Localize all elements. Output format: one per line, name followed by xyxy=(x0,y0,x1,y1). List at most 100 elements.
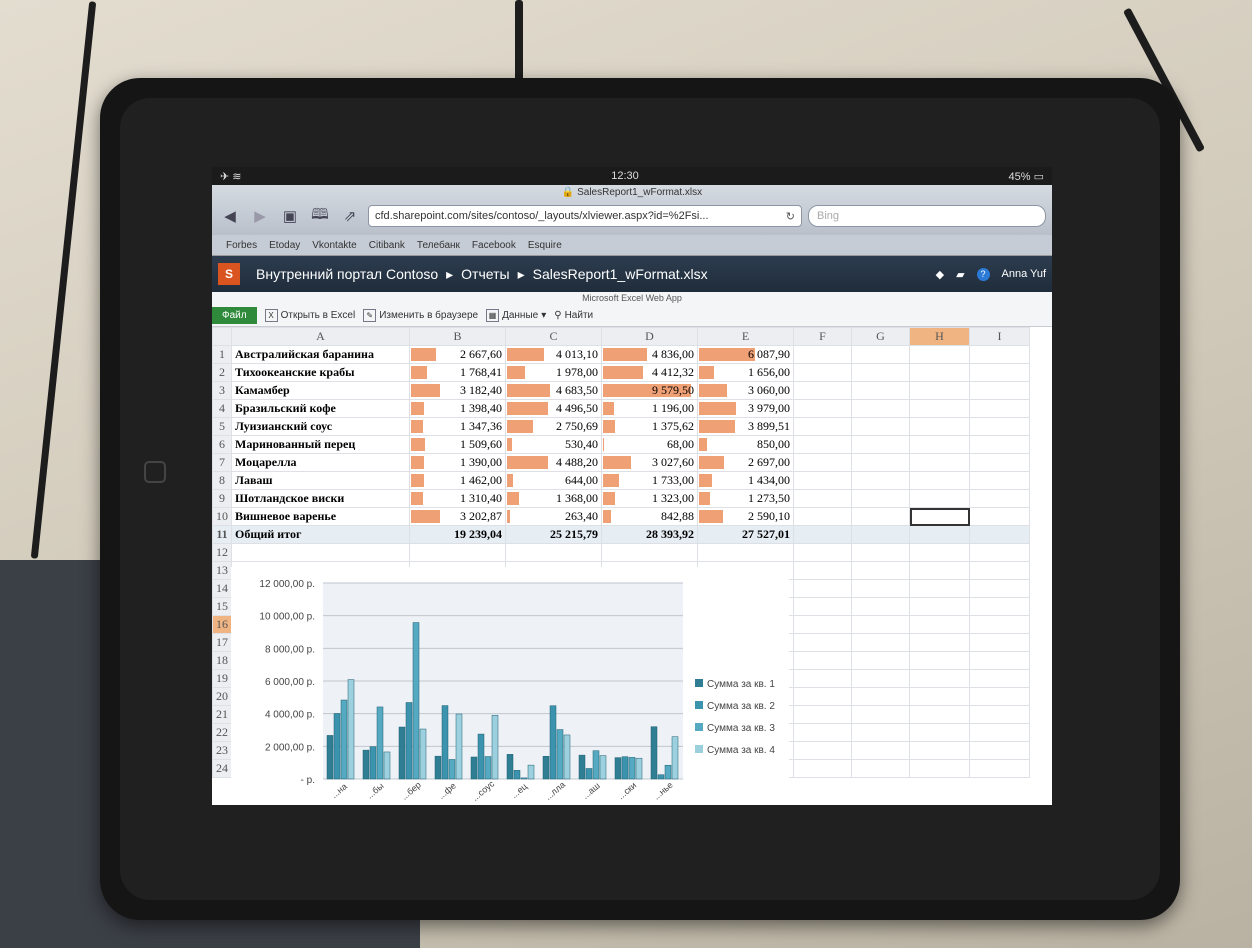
column-header[interactable]: G xyxy=(851,327,910,346)
row-header[interactable]: 13 xyxy=(212,561,232,580)
value-cell[interactable]: 1 323,00 xyxy=(601,489,698,508)
value-cell[interactable]: 2 750,69 xyxy=(505,417,602,436)
value-cell[interactable]: 4 683,50 xyxy=(505,381,602,400)
empty-cell[interactable] xyxy=(969,435,1030,454)
value-cell[interactable]: 3 060,00 xyxy=(697,381,794,400)
empty-cell[interactable] xyxy=(851,525,910,544)
column-header[interactable]: C xyxy=(505,327,602,346)
empty-cell[interactable] xyxy=(793,669,852,688)
empty-cell[interactable] xyxy=(793,705,852,724)
home-button[interactable] xyxy=(144,461,166,483)
row-header[interactable]: 24 xyxy=(212,759,232,778)
empty-cell[interactable] xyxy=(969,669,1030,688)
product-name-cell[interactable]: Шотландское виски xyxy=(231,489,410,508)
empty-cell[interactable] xyxy=(969,525,1030,544)
empty-cell[interactable] xyxy=(909,543,970,562)
empty-cell[interactable] xyxy=(969,471,1030,490)
value-cell[interactable]: 1 978,00 xyxy=(505,363,602,382)
search-field[interactable]: Bing xyxy=(808,205,1046,227)
empty-cell[interactable] xyxy=(793,633,852,652)
empty-cell[interactable] xyxy=(793,687,852,706)
total-value-cell[interactable]: 25 215,79 xyxy=(505,525,602,544)
empty-cell[interactable] xyxy=(969,543,1030,562)
product-name-cell[interactable]: Вишневое варенье xyxy=(231,507,410,526)
empty-cell[interactable] xyxy=(909,471,970,490)
value-cell[interactable]: 3 182,40 xyxy=(409,381,506,400)
empty-cell[interactable] xyxy=(851,687,910,706)
breadcrumb-reports[interactable]: Отчеты xyxy=(461,266,509,282)
empty-cell[interactable] xyxy=(601,543,698,562)
value-cell[interactable]: 1 768,41 xyxy=(409,363,506,382)
value-cell[interactable]: 644,00 xyxy=(505,471,602,490)
product-name-cell[interactable]: Бразильский кофе xyxy=(231,399,410,418)
empty-cell[interactable] xyxy=(851,615,910,634)
value-cell[interactable]: 2 590,10 xyxy=(697,507,794,526)
empty-cell[interactable] xyxy=(909,435,970,454)
row-header[interactable]: 18 xyxy=(212,651,232,670)
empty-cell[interactable] xyxy=(851,345,910,364)
empty-cell[interactable] xyxy=(969,507,1030,526)
row-header[interactable]: 11 xyxy=(212,525,232,544)
column-header-selected[interactable]: H xyxy=(909,327,970,346)
empty-cell[interactable] xyxy=(793,543,852,562)
empty-cell[interactable] xyxy=(909,399,970,418)
empty-cell[interactable] xyxy=(851,363,910,382)
empty-cell[interactable] xyxy=(851,741,910,760)
empty-cell[interactable] xyxy=(851,507,910,526)
row-header[interactable]: 14 xyxy=(212,579,232,598)
empty-cell[interactable] xyxy=(793,651,852,670)
empty-cell[interactable] xyxy=(793,345,852,364)
value-cell[interactable]: 263,40 xyxy=(505,507,602,526)
total-value-cell[interactable]: 27 527,01 xyxy=(697,525,794,544)
reload-icon[interactable]: ↻ xyxy=(786,210,795,223)
bookmark-item[interactable]: Citibank xyxy=(369,240,405,251)
empty-cell[interactable] xyxy=(969,687,1030,706)
bookmark-item[interactable]: Forbes xyxy=(226,240,257,251)
value-cell[interactable]: 1 398,40 xyxy=(409,399,506,418)
empty-cell[interactable] xyxy=(909,597,970,616)
empty-cell[interactable] xyxy=(909,381,970,400)
empty-cell[interactable] xyxy=(851,633,910,652)
user-name[interactable]: Anna Yuf xyxy=(1002,268,1046,280)
empty-cell[interactable] xyxy=(793,435,852,454)
row-header[interactable]: 19 xyxy=(212,669,232,688)
empty-cell[interactable] xyxy=(969,705,1030,724)
value-cell[interactable]: 4 412,32 xyxy=(601,363,698,382)
file-tab[interactable]: Файл xyxy=(212,307,257,324)
row-header[interactable]: 4 xyxy=(212,399,232,418)
empty-cell[interactable] xyxy=(969,561,1030,580)
value-cell[interactable]: 4 496,50 xyxy=(505,399,602,418)
empty-cell[interactable] xyxy=(969,579,1030,598)
open-in-excel-button[interactable]: X Открыть в Excel xyxy=(264,309,355,322)
bookmark-item[interactable]: Etoday xyxy=(269,240,300,251)
total-value-cell[interactable]: 19 239,04 xyxy=(409,525,506,544)
empty-cell[interactable] xyxy=(851,399,910,418)
column-header[interactable]: E xyxy=(697,327,794,346)
empty-cell[interactable] xyxy=(969,363,1030,382)
empty-cell[interactable] xyxy=(909,759,970,778)
value-cell[interactable]: 3 027,60 xyxy=(601,453,698,472)
row-header[interactable]: 23 xyxy=(212,741,232,760)
product-name-cell[interactable]: Тихоокеанские крабы xyxy=(231,363,410,382)
empty-cell[interactable] xyxy=(793,759,852,778)
value-cell[interactable]: 842,88 xyxy=(601,507,698,526)
value-cell[interactable]: 1 347,36 xyxy=(409,417,506,436)
value-cell[interactable]: 1 375,62 xyxy=(601,417,698,436)
product-name-cell[interactable]: Австралийская баранина xyxy=(231,345,410,364)
row-header[interactable]: 20 xyxy=(212,687,232,706)
empty-cell[interactable] xyxy=(793,381,852,400)
empty-cell[interactable] xyxy=(969,399,1030,418)
product-name-cell[interactable]: Моцарелла xyxy=(231,453,410,472)
empty-cell[interactable] xyxy=(909,561,970,580)
value-cell[interactable]: 1 509,60 xyxy=(409,435,506,454)
forward-icon[interactable]: ▶ xyxy=(248,206,272,226)
value-cell[interactable]: 1 273,50 xyxy=(697,489,794,508)
share-icon[interactable]: ⇗ xyxy=(338,206,362,226)
empty-cell[interactable] xyxy=(851,453,910,472)
value-cell[interactable]: 1 310,40 xyxy=(409,489,506,508)
total-label-cell[interactable]: Общий итог xyxy=(231,525,410,544)
empty-cell[interactable] xyxy=(969,381,1030,400)
empty-cell[interactable] xyxy=(851,543,910,562)
empty-cell[interactable] xyxy=(909,525,970,544)
edit-in-browser-button[interactable]: ✎ Изменить в браузере xyxy=(363,309,478,322)
